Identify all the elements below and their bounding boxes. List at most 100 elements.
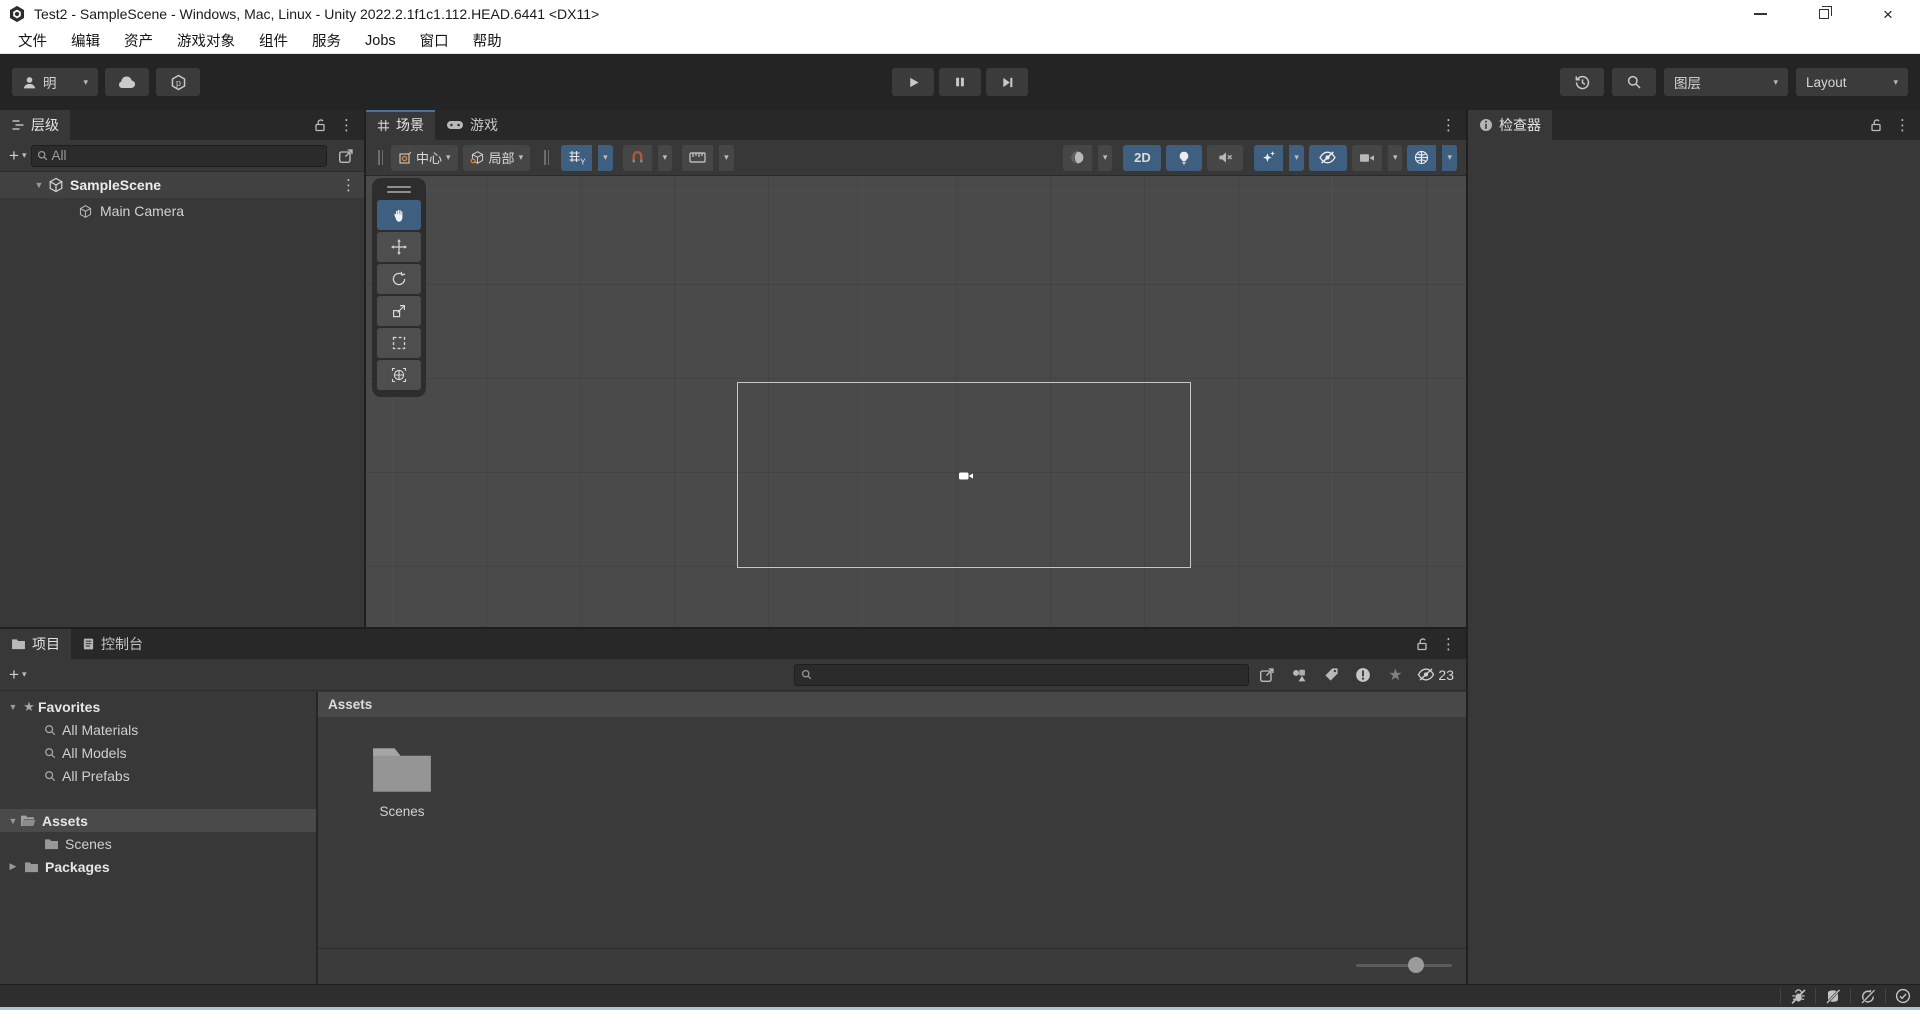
step-button[interactable]	[986, 68, 1028, 96]
hierarchy-item-main-camera[interactable]: Main Camera	[0, 198, 364, 224]
project-search-input[interactable]	[816, 667, 1243, 682]
transform-tool-button[interactable]	[377, 360, 421, 390]
grid-settings-caret[interactable]: ▾	[598, 144, 613, 171]
slider-thumb[interactable]	[1408, 957, 1424, 973]
debugger-disabled-button[interactable]	[1781, 985, 1815, 1007]
asset-tile-scenes[interactable]: Scenes	[352, 742, 452, 819]
expand-arrow-icon[interactable]: ▶	[6, 861, 20, 872]
tree-favorites[interactable]: ▼ ★ Favorites	[0, 695, 316, 718]
hierarchy-searchbox[interactable]	[31, 144, 327, 167]
camera-view-button[interactable]	[1351, 144, 1382, 171]
tab-console[interactable]: 控制台	[71, 629, 154, 659]
scene-options-kebab-icon[interactable]: ⋮	[336, 176, 364, 194]
minimize-button[interactable]	[1728, 0, 1792, 28]
tree-scenes[interactable]: Scenes	[0, 832, 316, 855]
tree-assets[interactable]: ▼ Assets	[0, 809, 316, 832]
rect-tool-button[interactable]	[377, 328, 421, 358]
collapse-arrow-icon[interactable]: ▼	[6, 816, 20, 826]
scene-menu-kebab-icon[interactable]: ⋮	[1436, 116, 1461, 134]
menu-file[interactable]: 文件	[6, 28, 59, 53]
search-button[interactable]	[1612, 68, 1656, 96]
menu-assets[interactable]: 资产	[112, 28, 165, 53]
inspector-menu-kebab-icon[interactable]: ⋮	[1890, 116, 1915, 134]
scene-visibility-toggle[interactable]	[1308, 144, 1347, 171]
menu-component[interactable]: 组件	[247, 28, 300, 53]
project-menu-kebab-icon[interactable]: ⋮	[1436, 635, 1461, 653]
status-ok-button[interactable]	[1886, 985, 1920, 1007]
camera-view-caret[interactable]: ▾	[1387, 144, 1403, 171]
scale-tool-button[interactable]	[377, 296, 421, 326]
create-asset-button[interactable]: +	[6, 666, 22, 683]
effects-toggle[interactable]	[1254, 144, 1284, 171]
camera-gizmo-icon[interactable]	[958, 470, 974, 482]
audio-mute-toggle[interactable]	[1207, 144, 1244, 171]
account-dropdown[interactable]: 明 ▾	[12, 68, 98, 96]
menu-help[interactable]: 帮助	[461, 28, 514, 53]
tree-all-prefabs[interactable]: All Prefabs	[0, 764, 316, 787]
cache-server-disabled-button[interactable]	[1816, 985, 1850, 1007]
hierarchy-scene-row[interactable]: ▼ SampleScene ⋮	[0, 172, 364, 198]
tab-inspector[interactable]: 检查器	[1468, 110, 1552, 140]
thumbnail-zoom-slider[interactable]	[1356, 957, 1452, 973]
saved-searches-star-icon[interactable]: ★	[1383, 663, 1407, 687]
hierarchy-search-input[interactable]	[51, 148, 321, 163]
layers-dropdown[interactable]: 图层 ▾	[1664, 68, 1788, 96]
unlock-icon[interactable]	[1864, 113, 1888, 137]
unlock-icon[interactable]	[1410, 632, 1434, 656]
snap-settings-caret[interactable]: ▾	[657, 144, 673, 171]
grid-visibility-toggle[interactable]: Y	[561, 144, 593, 171]
menu-window[interactable]: 窗口	[408, 28, 461, 53]
undo-history-button[interactable]	[1560, 68, 1604, 96]
menu-jobs[interactable]: Jobs	[353, 28, 408, 53]
create-dropdown-caret-icon[interactable]: ▾	[22, 151, 27, 160]
search-by-importance-icon[interactable]	[1351, 663, 1375, 687]
tab-project[interactable]: 项目	[0, 629, 71, 659]
measure-tool-button[interactable]	[682, 144, 714, 171]
rotate-tool-button[interactable]	[377, 264, 421, 294]
pause-button[interactable]	[939, 68, 981, 96]
play-button[interactable]	[892, 68, 934, 96]
grid-snapping-toggle[interactable]	[622, 144, 652, 171]
tree-all-models[interactable]: All Models	[0, 741, 316, 764]
move-tool-button[interactable]	[377, 232, 421, 262]
collapse-arrow-icon[interactable]: ▼	[6, 702, 20, 712]
hidden-count-toggle[interactable]: 23	[1417, 667, 1454, 683]
handle-rotation-dropdown[interactable]: 局部 ▾	[462, 144, 531, 171]
cloud-services-button[interactable]	[105, 68, 149, 96]
picker-icon[interactable]	[334, 144, 358, 168]
measure-options-caret[interactable]: ▾	[719, 144, 734, 171]
picker-icon[interactable]	[1255, 663, 1279, 687]
scene-canvas[interactable]	[366, 176, 1466, 627]
layout-dropdown[interactable]: Layout ▾	[1796, 68, 1908, 96]
collapse-arrow-icon[interactable]: ▼	[32, 180, 46, 190]
version-control-button[interactable]: p	[156, 68, 200, 96]
hand-tool-button[interactable]	[377, 200, 421, 230]
tree-all-materials[interactable]: All Materials	[0, 718, 316, 741]
hierarchy-menu-kebab-icon[interactable]: ⋮	[334, 116, 359, 134]
restore-button[interactable]	[1792, 0, 1856, 28]
project-searchbox[interactable]	[794, 663, 1250, 686]
gizmos-caret[interactable]: ▾	[1442, 144, 1457, 171]
scene-lighting-toggle[interactable]	[1166, 144, 1203, 171]
gizmos-toggle[interactable]	[1407, 144, 1437, 171]
auto-refresh-disabled-button[interactable]	[1851, 985, 1885, 1007]
search-by-type-icon[interactable]	[1287, 663, 1311, 687]
overlay-drag-handle[interactable]	[387, 186, 411, 193]
menu-services[interactable]: 服务	[300, 28, 353, 53]
menu-edit[interactable]: 编辑	[59, 28, 112, 53]
draw-mode-caret[interactable]: ▾	[1097, 144, 1113, 171]
2d-mode-toggle[interactable]: 2D	[1123, 144, 1162, 171]
search-by-label-icon[interactable]	[1319, 663, 1343, 687]
effects-caret[interactable]: ▾	[1289, 144, 1304, 171]
create-button[interactable]: +	[6, 147, 22, 164]
create-asset-caret-icon[interactable]: ▾	[22, 670, 27, 679]
tree-packages[interactable]: ▶ Packages	[0, 855, 316, 878]
close-button[interactable]: ×	[1856, 0, 1920, 28]
pivot-mode-dropdown[interactable]: 中心 ▾	[391, 144, 458, 171]
tab-game[interactable]: 游戏	[435, 110, 509, 140]
unlock-icon[interactable]	[308, 113, 332, 137]
toolbar-drag-handle[interactable]	[375, 150, 386, 165]
tab-scene[interactable]: 场景	[366, 110, 435, 140]
draw-mode-button[interactable]	[1062, 144, 1092, 171]
menu-gameobject[interactable]: 游戏对象	[165, 28, 247, 53]
